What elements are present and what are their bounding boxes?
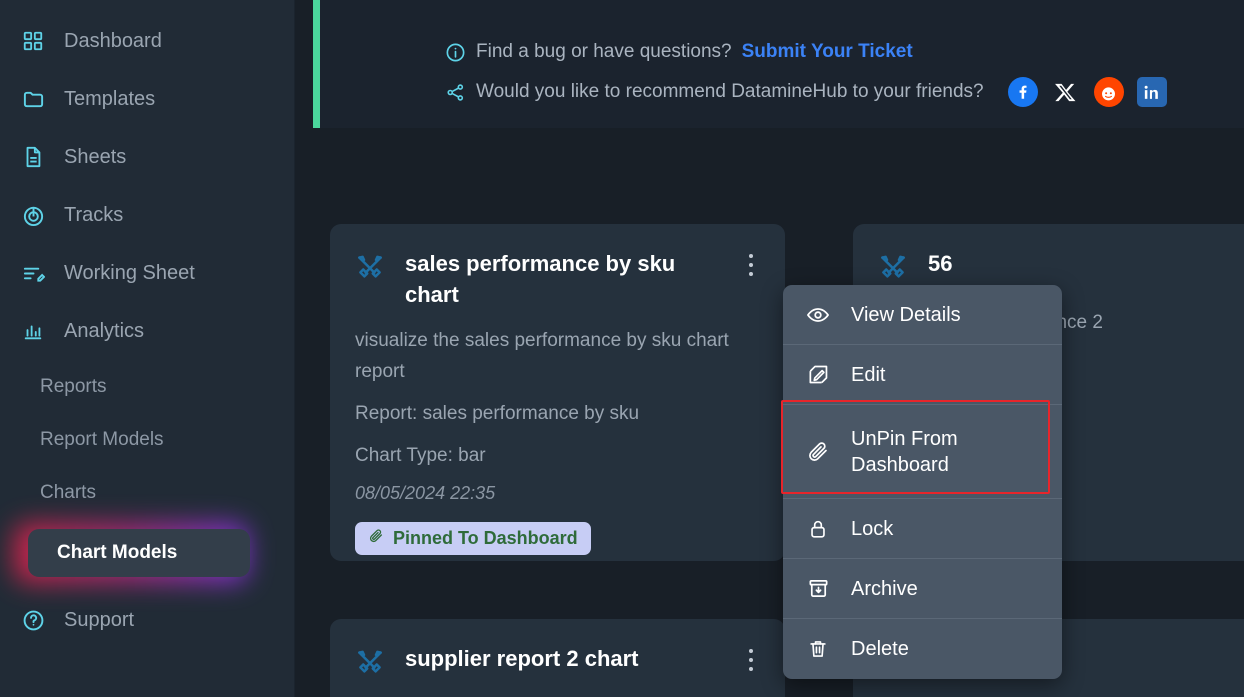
edit-list-icon <box>20 260 46 286</box>
menu-item-lock[interactable]: Lock <box>783 499 1062 559</box>
card-title: sales performance by sku chart <box>405 251 676 308</box>
card-header: 56 <box>878 248 1244 282</box>
bar-chart-icon <box>20 318 46 344</box>
banner-text-bug: Find a bug or have questions? <box>476 41 732 62</box>
pinned-badge[interactable]: Pinned To Dashboard <box>355 521 591 555</box>
menu-item-label: Edit <box>851 363 886 386</box>
sidebar-item-templates[interactable]: Templates <box>0 80 294 118</box>
sidebar-active-wrapper: Chart Models <box>0 523 294 583</box>
target-icon <box>20 202 46 228</box>
kebab-dot <box>749 667 753 671</box>
menu-item-edit[interactable]: Edit <box>783 345 1062 405</box>
announcement-banner: Find a bug or have questions? Submit You… <box>313 0 1244 128</box>
share-icon <box>444 81 466 103</box>
card-context-menu: View Details Edit UnPin From Dashboard L… <box>783 285 1062 679</box>
menu-item-delete[interactable]: Delete <box>783 619 1062 679</box>
card-options-button[interactable] <box>740 251 762 279</box>
banner-row-recommend: Would you like to recommend DatamineHub … <box>345 72 1244 112</box>
menu-item-view-details[interactable]: View Details <box>783 285 1062 345</box>
sidebar-item-label: Sheets <box>64 145 127 168</box>
kebab-dot <box>749 272 753 276</box>
sidebar-subitem-label: Report Models <box>40 429 164 450</box>
banner-text-recommend: Would you like to recommend DatamineHub … <box>476 81 984 102</box>
chart-model-card[interactable]: sales performance by sku chart visualize… <box>330 224 785 561</box>
sidebar-subitem-label: Charts <box>40 482 96 503</box>
card-chart-type: Chart Type: bar <box>355 444 486 466</box>
sidebar-item-label: Working Sheet <box>64 261 195 284</box>
kebab-dot <box>749 658 753 662</box>
card-date: 08/05/2024 22:35 <box>355 482 496 503</box>
kebab-dot <box>749 254 753 258</box>
menu-item-label: View Details <box>851 303 961 326</box>
banner-accent-bar <box>313 0 320 128</box>
social-links <box>1007 77 1167 107</box>
card-report: Report: sales performance by sku <box>355 403 640 424</box>
card-options-button[interactable] <box>740 646 762 674</box>
sidebar-item-analytics[interactable]: Analytics <box>0 312 294 350</box>
x-twitter-icon[interactable] <box>1051 77 1081 107</box>
grid-icon <box>20 28 46 54</box>
reddit-icon[interactable] <box>1093 77 1124 107</box>
sidebar-item-label: Dashboard <box>64 29 162 52</box>
menu-item-label: Archive <box>851 577 918 600</box>
eye-icon <box>805 302 831 328</box>
facebook-icon[interactable] <box>1007 77 1038 107</box>
lock-icon <box>805 516 831 542</box>
linkedin-icon[interactable] <box>1136 77 1167 107</box>
menu-item-label: UnPin From Dashboard <box>851 427 958 476</box>
design-tools-icon <box>878 252 908 282</box>
sidebar-item-reports[interactable]: Reports <box>0 370 294 404</box>
pencil-square-icon <box>805 362 831 388</box>
sidebar-item-label: Tracks <box>64 203 124 226</box>
sidebar-item-working-sheet[interactable]: Working Sheet <box>0 254 294 292</box>
kebab-dot <box>749 263 753 267</box>
sidebar-item-tracks[interactable]: Tracks <box>0 196 294 234</box>
sidebar-item-report-models[interactable]: Report Models <box>0 423 294 457</box>
card-description: visualize the sales performance by sku c… <box>355 330 729 383</box>
sidebar-item-sheets[interactable]: Sheets <box>0 138 294 176</box>
card-title: 56 <box>928 251 953 276</box>
menu-item-label: Lock <box>851 517 894 540</box>
card-header: sales performance by sku chart <box>355 248 760 310</box>
paperclip-icon <box>368 528 384 549</box>
app-root: Dashboard Templates Sheets Tracks Workin… <box>0 0 1244 697</box>
archive-icon <box>805 576 831 602</box>
sidebar-item-label: Support <box>64 608 135 631</box>
card-title: supplier report 2 chart <box>405 646 639 671</box>
question-circle-icon <box>20 607 46 633</box>
sidebar-subitem-label: Reports <box>40 376 107 397</box>
sidebar-item-label: Templates <box>64 87 156 110</box>
banner-row-bug: Find a bug or have questions? Submit You… <box>345 32 1244 72</box>
sidebar-item-chart-models[interactable]: Chart Models <box>28 529 250 577</box>
submit-ticket-link[interactable]: Submit Your Ticket <box>742 41 913 63</box>
paperclip-icon <box>805 439 831 465</box>
design-tools-icon <box>355 647 385 677</box>
main-content: Find a bug or have questions? Submit You… <box>295 0 1244 697</box>
sidebar-item-support[interactable]: Support <box>0 601 294 639</box>
document-icon <box>20 144 46 170</box>
info-icon <box>444 41 466 63</box>
kebab-dot <box>749 649 753 653</box>
sidebar: Dashboard Templates Sheets Tracks Workin… <box>0 0 295 697</box>
menu-item-archive[interactable]: Archive <box>783 559 1062 619</box>
design-tools-icon <box>355 252 385 282</box>
sidebar-item-dashboard[interactable]: Dashboard <box>0 22 294 60</box>
menu-item-unpin-from-dashboard[interactable]: UnPin From Dashboard <box>783 405 1062 499</box>
sidebar-item-charts[interactable]: Charts <box>0 476 294 510</box>
menu-item-label: Delete <box>851 638 909 660</box>
trash-icon <box>805 636 831 662</box>
sidebar-active-label: Chart Models <box>57 542 178 563</box>
pinned-badge-label: Pinned To Dashboard <box>393 527 578 548</box>
card-header: supplier report 2 chart <box>355 643 760 677</box>
folder-icon <box>20 86 46 112</box>
chart-model-card[interactable]: supplier report 2 chart Report: Supplier… <box>330 619 785 697</box>
sidebar-item-label: Analytics <box>64 319 145 342</box>
